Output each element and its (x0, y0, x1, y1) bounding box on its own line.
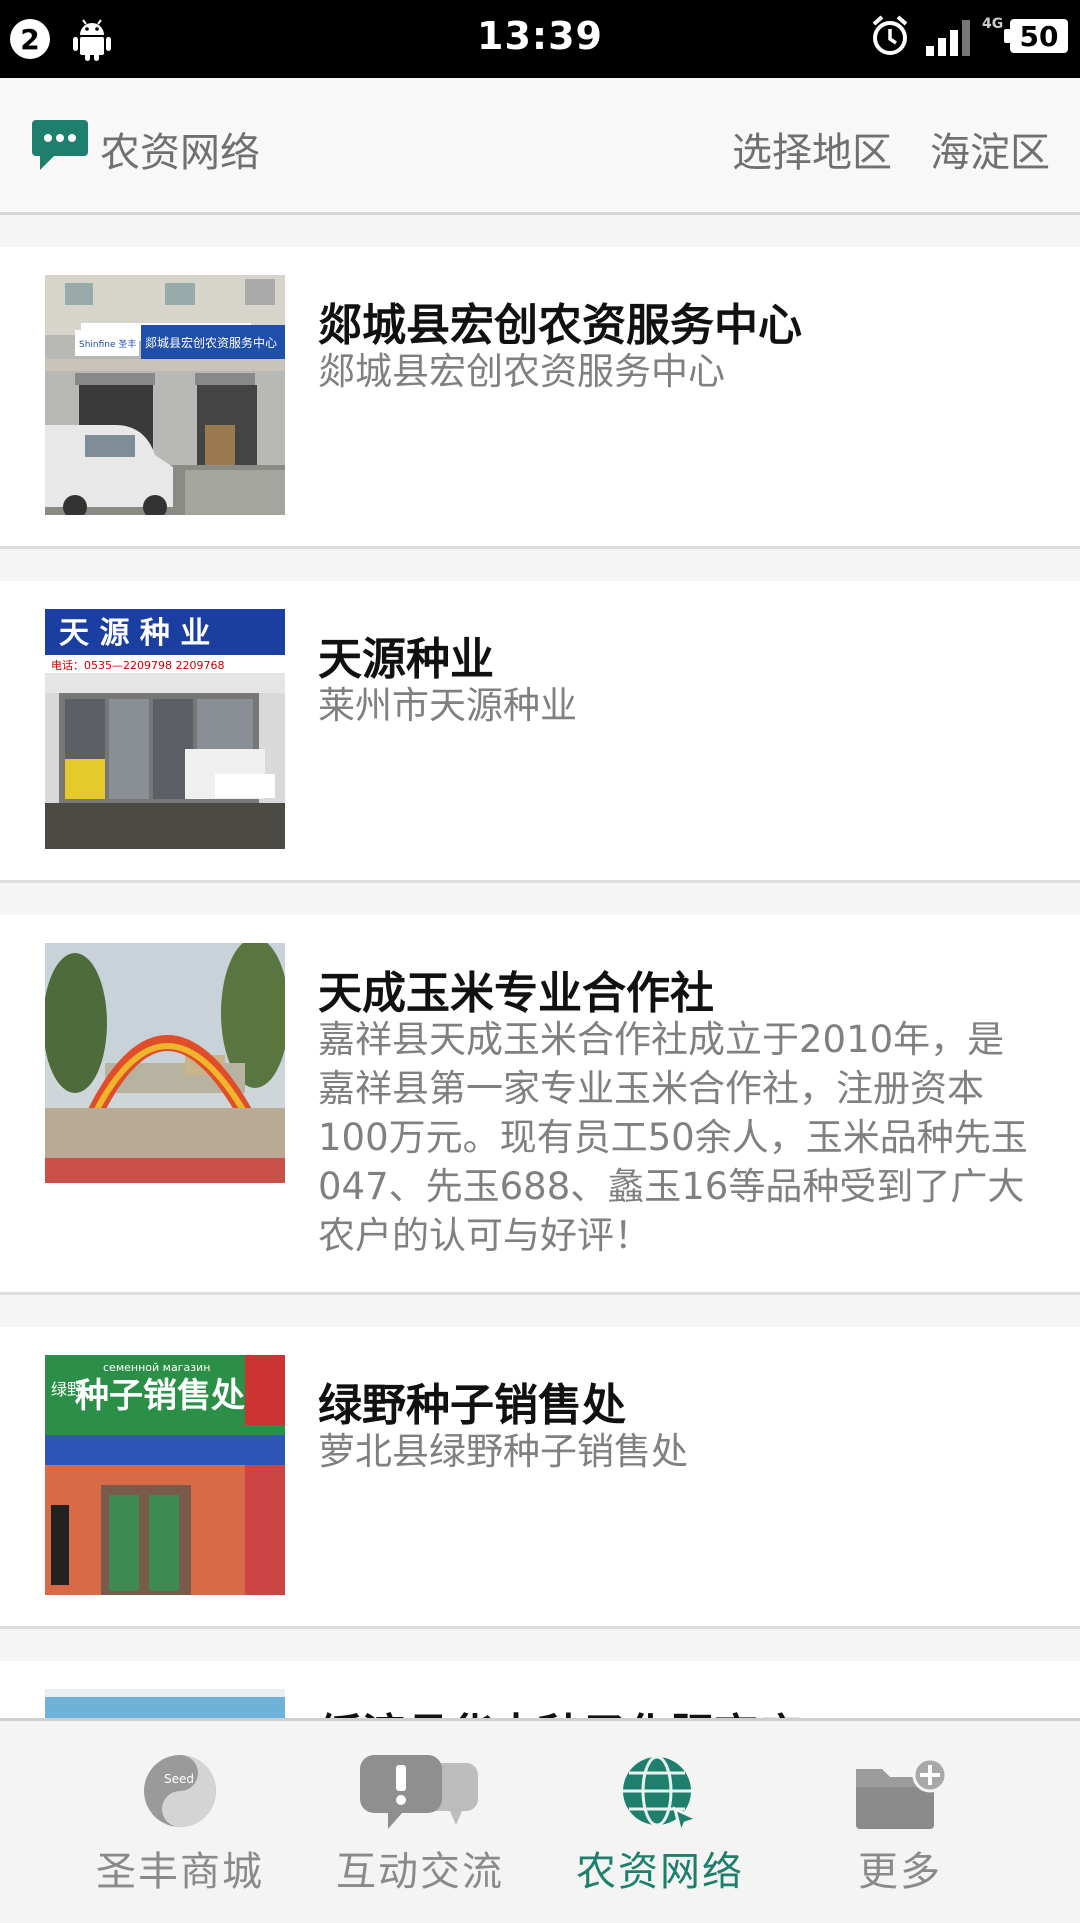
store-title: 绥滨县华丰种子化肥商店 (318, 1699, 802, 1718)
globe-icon (623, 1755, 701, 1833)
region-selector: 选择地区 海淀区 (732, 120, 1050, 178)
chat-logo-icon (32, 120, 88, 170)
seed-logo-icon: Seed (144, 1755, 216, 1827)
list-item[interactable]: 天成玉米专业合作社 嘉祥县天成玉米合作社成立于2010年，是嘉祥县第一家专业玉米… (0, 915, 1080, 1295)
store-list: 郯城县宏创农资服务中心 Shinfine 圣丰 郯城县宏创农资服务中心 郯城县宏… (0, 215, 1080, 1718)
store-sign-text: 天 源 种 业 (59, 616, 210, 651)
list-item[interactable]: семенной магазин 种子销售处 绿野 绿野种子销售处 萝北县绿野种… (0, 1327, 1080, 1629)
status-bar: 2 13:39 4G 50 (0, 0, 1080, 78)
store-description: 嘉祥县天成玉米合作社成立于2010年，是嘉祥县第一家专业玉米合作社，注册资本10… (318, 1018, 1028, 1257)
nav-label: 农资网络 (576, 1849, 744, 1895)
nav-tab-more[interactable]: 更多 (780, 1721, 1020, 1923)
store-title: 绿野种子销售处 (318, 1380, 626, 1431)
list-item[interactable]: 天 源 种 业 电话：0535—2209798 2209768 天源种业 莱州市… (0, 581, 1080, 883)
app-header: 农资网络 选择地区 海淀区 (0, 78, 1080, 215)
store-phone-text: 电话：0535—2209798 2209768 (51, 659, 224, 672)
network-type-label: 4G (982, 16, 1004, 32)
folder-add-icon (856, 1757, 948, 1829)
store-title: 天成玉米专业合作社 (318, 968, 714, 1019)
chat-bubbles-icon (360, 1755, 478, 1829)
store-thumbnail: семенной магазин 种子销售处 绿野 (45, 1355, 285, 1595)
bottom-nav: Seed 圣丰商城 互动交流 农资网络 更多 (0, 1718, 1080, 1923)
store-description: 萝北县绿野种子销售处 (318, 1430, 688, 1473)
store-photo-image (45, 1689, 285, 1718)
store-thumbnail: 郯城县宏创农资服务中心 Shinfine 圣丰 (45, 275, 285, 515)
nav-label: 圣丰商城 (96, 1849, 264, 1895)
store-title: 天源种业 (318, 634, 494, 685)
nav-tab-mall[interactable]: Seed 圣丰商城 (60, 1721, 300, 1923)
store-description: 郯城县宏创农资服务中心 (318, 350, 725, 393)
select-region-button[interactable]: 选择地区 (732, 120, 892, 178)
svg-text:Seed: Seed (164, 1772, 194, 1786)
store-thumbnail: 天 源 种 业 电话：0535—2209798 2209768 (45, 609, 285, 849)
current-region-label[interactable]: 海淀区 (930, 120, 1050, 178)
brand-sign-text: Shinfine 圣丰 (79, 338, 136, 350)
store-sign-top-text: семенной магазин (103, 1361, 210, 1374)
store-sign-text: 郯城县宏创农资服务中心 (145, 335, 277, 350)
nav-tab-interaction[interactable]: 互动交流 (300, 1721, 540, 1923)
list-item[interactable]: 郯城县宏创农资服务中心 Shinfine 圣丰 郯城县宏创农资服务中心 郯城县宏… (0, 247, 1080, 549)
signal-icon (926, 20, 970, 56)
page-title: 农资网络 (100, 130, 260, 176)
signal-group: 4G (924, 14, 1003, 58)
store-photo-image: 天 源 种 业 电话：0535—2209798 2209768 (45, 609, 285, 849)
store-description: 莱州市天源种业 (318, 684, 577, 727)
store-photo-image: 郯城县宏创农资服务中心 Shinfine 圣丰 (45, 275, 285, 515)
store-title: 郯城县宏创农资服务中心 (318, 300, 802, 351)
battery-indicator: 50 (1004, 19, 1068, 53)
alarm-icon (872, 15, 908, 55)
store-thumbnail (45, 943, 285, 1183)
nav-label: 更多 (858, 1849, 942, 1895)
store-side-text: 绿野 (51, 1380, 83, 1399)
store-sign-text: 种子销售处 (75, 1376, 245, 1416)
store-thumbnail (45, 1689, 285, 1718)
store-photo-image: семенной магазин 种子销售处 绿野 (45, 1355, 285, 1595)
list-item[interactable]: 绥滨县华丰种子化肥商店 (0, 1661, 1080, 1718)
store-photo-image (45, 943, 285, 1183)
status-right: 4G 50 (870, 14, 1068, 58)
nav-label: 互动交流 (336, 1849, 504, 1895)
nav-tab-agri-network[interactable]: 农资网络 (540, 1721, 780, 1923)
